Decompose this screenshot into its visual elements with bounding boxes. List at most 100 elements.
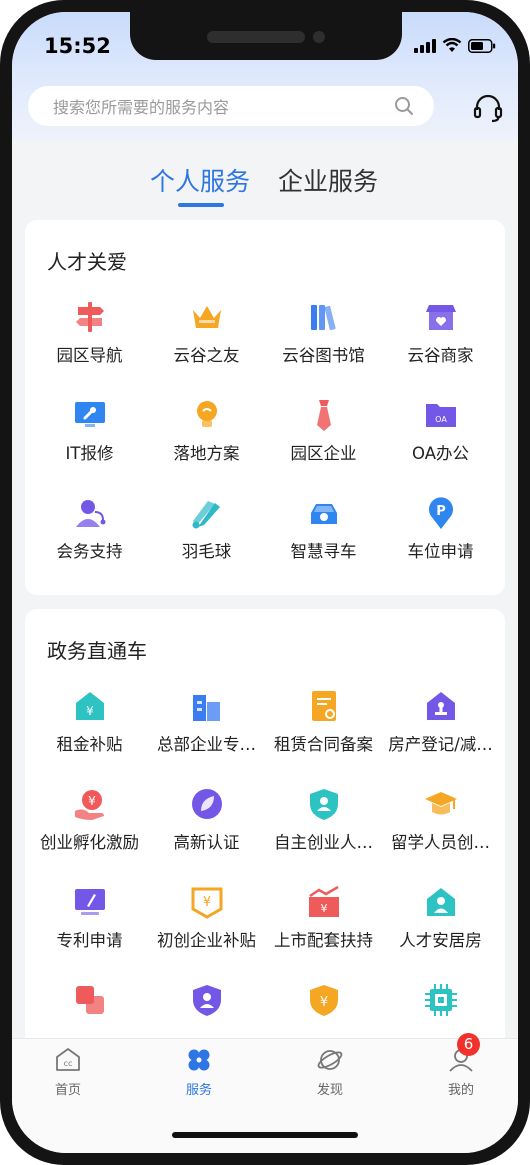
service-item[interactable]: ¥ 上市配套扶持: [265, 885, 382, 983]
nav-home[interactable]: cc 首页: [28, 1047, 108, 1098]
nav-label: 我的: [447, 1083, 474, 1098]
service-item[interactable]: 留学人员创…: [382, 787, 499, 885]
phone-frame: 15:52 搜索您所需要的服务内容 个人服务 企业服务 人才关爱 园区导航 云谷…: [0, 0, 530, 1165]
tab-enterprise[interactable]: 企业服务: [278, 162, 378, 198]
svg-text:OA: OA: [435, 415, 447, 424]
shield-yen-icon: ¥: [309, 985, 338, 1016]
service-item[interactable]: 人才安居房: [382, 885, 499, 983]
service-item[interactable]: 总部企业专…: [148, 689, 265, 787]
service-label: IT报修: [65, 444, 114, 463]
service-label: 会务支持: [56, 542, 123, 561]
service-item[interactable]: 自主创业人…: [265, 787, 382, 885]
search-bar[interactable]: 搜索您所需要的服务内容: [28, 86, 434, 126]
svg-text:¥: ¥: [86, 704, 94, 718]
tab-personal[interactable]: 个人服务: [150, 162, 250, 198]
service-item[interactable]: ¥ 创业孵化激励: [31, 787, 148, 885]
service-label: 智慧寻车: [290, 542, 357, 561]
service-item[interactable]: 房产登记/减…: [382, 689, 499, 787]
service-item[interactable]: ¥ 初创企业补贴: [148, 885, 265, 983]
service-label: 上市配套扶持: [274, 931, 373, 950]
clover-icon: [188, 1049, 210, 1071]
service-item[interactable]: 专利申请: [31, 885, 148, 983]
signpost-icon: [75, 302, 104, 332]
status-icons: [414, 38, 496, 53]
service-label: 创业孵化激励: [40, 833, 139, 852]
house-person-icon: [426, 888, 455, 916]
screen: 15:52 搜索您所需要的服务内容 个人服务 企业服务 人才关爱 园区导航 云谷…: [12, 12, 518, 1153]
service-item[interactable]: 园区导航: [31, 300, 148, 398]
service-label: 园区企业: [290, 444, 357, 463]
headset-icon[interactable]: [472, 92, 504, 124]
service-item[interactable]: 会务支持: [31, 496, 148, 594]
wifi-icon: [442, 38, 462, 52]
car-icon: [310, 504, 337, 524]
service-item[interactable]: IT报修: [31, 398, 148, 496]
service-item[interactable]: P 车位申请: [382, 496, 499, 594]
squares-icon: [75, 986, 104, 1014]
service-label: 租金补贴: [56, 735, 123, 754]
section-government: 政务直通车 ¥ 租金补贴 总部企业专… 租赁合同备案 房产登记/减… ¥ 创业孵化激励 高新认…: [25, 609, 505, 1059]
svg-text:¥: ¥: [202, 895, 210, 910]
nav-label: 首页: [54, 1083, 81, 1098]
user-headset-icon: [75, 500, 105, 527]
service-item[interactable]: 羽毛球: [148, 496, 265, 594]
section-title: 人才关爱: [47, 250, 127, 274]
battery-icon: [468, 38, 496, 53]
service-label: 房产登记/减…: [388, 735, 493, 754]
nav-profile[interactable]: 我的: [421, 1047, 501, 1098]
service-item[interactable]: 落地方案: [148, 398, 265, 496]
status-time: 15:52: [44, 34, 111, 58]
service-item[interactable]: 云谷之友: [148, 300, 265, 398]
service-item[interactable]: 园区企业: [265, 398, 382, 496]
lightbulb-icon: [196, 401, 217, 427]
svg-text:¥: ¥: [319, 995, 327, 1010]
notification-badge: 6: [457, 1033, 480, 1056]
service-label: 人才安居房: [399, 931, 482, 950]
service-label: 总部企业专…: [157, 735, 256, 754]
service-label: 专利申请: [56, 931, 123, 950]
service-tabs: 个人服务 企业服务: [12, 162, 518, 222]
tie-icon: [316, 400, 331, 431]
service-label: 租赁合同备案: [274, 735, 373, 754]
house-stamp-icon: [426, 692, 455, 720]
hand-yen-icon: ¥: [74, 790, 104, 820]
home-cc-icon: cc: [56, 1048, 80, 1071]
service-grid: ¥ 租金补贴 总部企业专… 租赁合同备案 房产登记/减… ¥ 创业孵化激励 高新认证 自主创业人…: [25, 689, 505, 1059]
monitor-pen-icon: [74, 889, 105, 915]
yen-frame-icon: ¥: [191, 887, 222, 919]
service-label: 车位申请: [407, 542, 474, 561]
service-label: 云谷之友: [173, 346, 240, 365]
nav-label: 发现: [316, 1083, 343, 1098]
service-item[interactable]: 租赁合同备案: [265, 689, 382, 787]
svg-text:¥: ¥: [320, 902, 327, 915]
shuttlecock-icon: [192, 501, 220, 529]
search-icon: [395, 97, 413, 115]
service-item[interactable]: OA OA办公: [382, 398, 499, 496]
service-label: 落地方案: [173, 444, 240, 463]
service-label: 园区导航: [56, 346, 123, 365]
svg-text:¥: ¥: [88, 794, 96, 808]
service-item[interactable]: ¥ 租金补贴: [31, 689, 148, 787]
service-label: 留学人员创…: [391, 833, 490, 852]
nav-services[interactable]: 服务: [159, 1047, 239, 1098]
home-indicator: [172, 1132, 358, 1138]
service-label: 初创企业补贴: [157, 931, 256, 950]
service-label: 云谷商家: [407, 346, 474, 365]
nav-label: 服务: [185, 1083, 212, 1098]
signal-icon: [414, 38, 436, 53]
crown-icon: [192, 306, 221, 328]
section-title: 政务直通车: [47, 639, 147, 663]
planet-icon: [317, 1050, 343, 1070]
service-item[interactable]: 高新认证: [148, 787, 265, 885]
graduation-cap-icon: [424, 792, 457, 815]
tab-indicator: [178, 203, 224, 207]
service-item[interactable]: 智慧寻车: [265, 496, 382, 594]
service-label: 云谷图书馆: [282, 346, 365, 365]
service-item[interactable]: 云谷商家: [382, 300, 499, 398]
service-label: 自主创业人…: [274, 833, 373, 852]
service-label: 高新认证: [173, 833, 240, 852]
monitor-wrench-icon: [74, 402, 105, 427]
contract-icon: [311, 691, 336, 721]
service-item[interactable]: 云谷图书馆: [265, 300, 382, 398]
nav-discover[interactable]: 发现: [290, 1047, 370, 1098]
